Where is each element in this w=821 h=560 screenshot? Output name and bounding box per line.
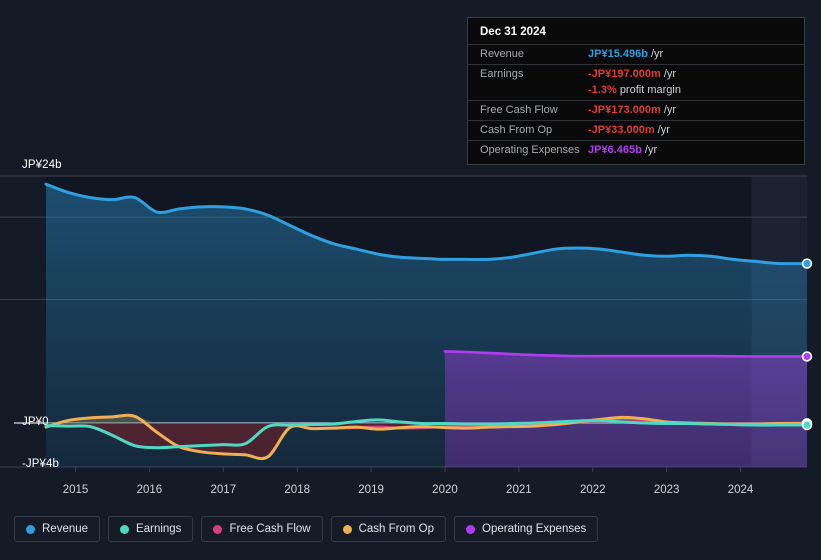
tooltip-row: Cash From Op -JP¥33.000m /yr	[468, 120, 804, 140]
x-axis-label-2023: 2023	[653, 484, 680, 496]
x-axis-label-2022: 2022	[579, 484, 606, 496]
tooltip-row-value: -JP¥33.000m /yr	[588, 124, 670, 136]
tooltip-row: Free Cash Flow -JP¥173.000m /yr	[468, 100, 804, 120]
legend-item-revenue[interactable]: Revenue	[14, 516, 101, 542]
legend-color-dot	[466, 524, 476, 534]
x-axis-label-2018: 2018	[284, 484, 310, 496]
tooltip-row-label: Revenue	[480, 48, 525, 60]
legend-item-label: Operating Expenses	[482, 523, 587, 535]
tooltip-date: Dec 31 2024	[480, 26, 546, 38]
opex-area	[444, 351, 807, 467]
legend-item-label: Revenue	[42, 523, 89, 535]
tooltip-rows: Revenue JP¥15.496b /yr Earnings -JP¥197.000…	[468, 44, 804, 160]
legend-item-operating-expenses[interactable]: Operating Expenses	[454, 516, 599, 542]
x-axis-label-2024: 2024	[727, 484, 754, 496]
tooltip-row-label: Cash From Op	[480, 124, 553, 136]
legend-item-label: Free Cash Flow	[229, 523, 311, 535]
tooltip-row-value: JP¥15.496b /yr	[588, 48, 664, 60]
x-axis-label-2016: 2016	[136, 484, 163, 496]
legend-color-dot	[120, 524, 130, 534]
y-axis-label-bottom: -JP¥4b	[22, 458, 60, 470]
x-axis-label-2017: 2017	[210, 484, 237, 496]
legend-color-dot	[26, 524, 35, 534]
tooltip-row-value: -JP¥197.000m /yr	[588, 68, 677, 80]
series-end-marker	[801, 419, 813, 431]
x-axis-label-2020: 2020	[432, 484, 458, 496]
data-tooltip: Dec 31 2024 Revenue JP¥15.496b /yr Earning…	[467, 17, 805, 165]
tooltip-row: Revenue JP¥15.496b /yr	[468, 44, 804, 64]
tooltip-row: Operating Expenses JP¥6.465b /yr	[468, 140, 804, 160]
y-axis-label-top: JP¥24b	[22, 159, 62, 171]
series-end-marker	[801, 258, 813, 269]
series-end-marker	[801, 351, 813, 362]
tooltip-row-label: Free Cash Flow	[480, 104, 558, 116]
x-axis-label-2021: 2021	[506, 484, 532, 496]
tooltip-row-value: -1.3% profit margin	[588, 84, 681, 96]
legend-color-dot	[342, 524, 352, 534]
legend-item-label: Earnings	[136, 523, 182, 535]
tooltip-row-label: Operating Expenses	[480, 144, 580, 156]
legend-item-free-cash-flow[interactable]: Free Cash Flow	[201, 516, 323, 542]
x-axis-label-2015: 2015	[62, 484, 89, 496]
legend-item-cash-from-op[interactable]: Cash From Op	[330, 516, 447, 542]
chart-legend: Revenue Earnings Free Cash Flow Cash From O…	[14, 516, 599, 542]
x-axis: 2015 2016 2017 2018 2019 2020 2021 2022 2023 2024	[0, 484, 821, 502]
y-axis-label-zero: JP¥0	[22, 416, 49, 428]
tooltip-row-value: -JP¥173.000m /yr	[588, 104, 677, 116]
tooltip-row-label: Earnings	[480, 68, 524, 80]
legend-item-label: Cash From Op	[358, 523, 435, 535]
financial-chart: JP¥24b JP¥0 -JP¥4b 2015 2016 2017 2018 2019 2…	[0, 0, 821, 560]
tooltip-row: Earnings -JP¥197.000m /yr	[468, 64, 804, 84]
tooltip-row: -1.3% profit margin	[468, 84, 804, 100]
x-axis-label-2019: 2019	[358, 484, 384, 496]
tooltip-row-value: JP¥6.465b /yr	[588, 144, 658, 156]
legend-color-dot	[213, 524, 223, 534]
legend-item-earnings[interactable]: Earnings	[108, 516, 194, 542]
